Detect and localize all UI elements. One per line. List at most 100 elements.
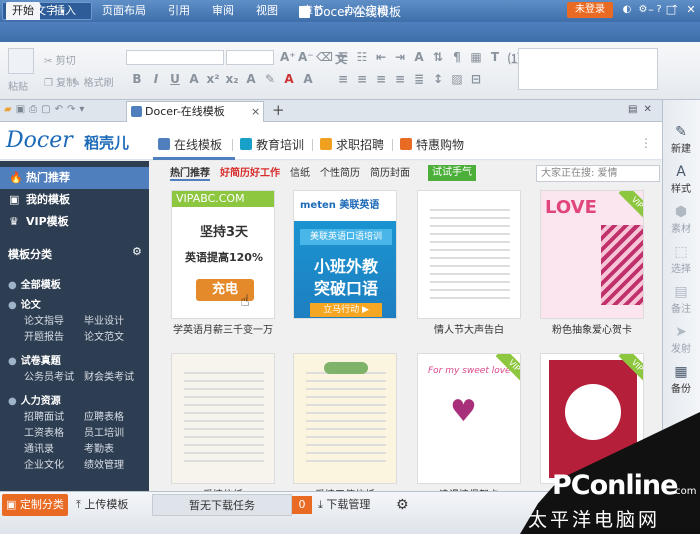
sub-tab-0[interactable]: 热门推荐 [170,167,210,181]
superscript-icon[interactable]: x² [206,72,220,86]
font-size-select[interactable] [226,50,274,65]
tab-close-all-icon[interactable]: ✕ [643,104,651,115]
customize-icon[interactable]: ▾ [79,104,84,115]
sidebar-item-1[interactable]: ▣ 我的模板 [0,189,149,211]
table-icon[interactable]: ▦ [469,50,483,67]
menu-tab-4[interactable]: 审阅 [206,2,240,20]
shrink-font-icon[interactable]: A⁻ [298,50,314,67]
category-sub-item[interactable]: 论文范文 [84,328,124,343]
style-gallery[interactable] [518,48,658,90]
task-panel-backup[interactable]: ▦ 备份 [664,364,698,395]
settings-icon[interactable]: ⚙ [636,3,650,17]
category-sub-item[interactable]: 毕业设计 [84,312,124,327]
category-sub-item[interactable]: 招聘面试 [24,408,64,423]
category-sub-item[interactable]: 企业文化 [24,456,64,471]
clear-format-icon[interactable]: ⌫ [316,50,333,67]
sidebar-item-0[interactable]: 🔥 热门推荐 [0,167,149,189]
template-caption[interactable]: 情人节大声告白 [415,321,523,336]
text-effect-icon[interactable]: A [244,72,258,86]
category-sub-item[interactable]: 绩效管理 [84,456,124,471]
template-caption[interactable]: 粉色抽象爱心贺卡 [538,321,646,336]
redo-icon[interactable]: ↷ [67,104,75,115]
skin-icon[interactable]: ◐ [620,3,634,17]
category-sub-item[interactable]: 考勤表 [84,440,114,455]
highlight-icon[interactable]: ✎ [263,72,277,86]
template-card-5[interactable] [293,353,397,484]
bullets-icon[interactable]: ☰ [336,50,350,67]
category-tab-0[interactable]: 在线模板 [158,136,222,154]
undo-icon[interactable]: ↶ [55,104,63,115]
template-card-4[interactable] [171,353,275,484]
help-icon[interactable]: ? [652,3,666,17]
sort-icon[interactable]: ⇅ [431,50,445,67]
category-group-3[interactable]: ● 人力资源 [8,392,61,407]
template-card-2[interactable] [417,190,521,319]
strikethrough-icon[interactable]: A [187,72,201,86]
category-tab-1[interactable]: 教育培训 [240,136,304,154]
print-preview-icon[interactable]: ▢ [41,104,50,115]
template-card-3[interactable]: LOVE VIP [540,190,644,319]
subscript-icon[interactable]: x₂ [225,72,239,86]
char-shading-icon[interactable]: A [301,72,315,86]
task-panel-style[interactable]: A 样式 [664,164,698,195]
menu-tab-0[interactable]: 开始 [6,2,40,20]
menu-tab-7[interactable]: 办公空间 [338,2,394,20]
task-panel-select[interactable]: ⬚ 选择 [664,244,698,275]
task-panel-new[interactable]: ✎ 新建 [664,124,698,155]
chinese-layout-icon[interactable]: A [412,50,426,67]
category-group-0[interactable]: ● 全部模板 [8,276,61,291]
shading-icon[interactable]: ▨ [450,72,464,86]
header-more-icon[interactable]: ⋮ [640,136,652,150]
open-folder-icon[interactable]: ▰ [4,104,12,115]
format-painter-button[interactable]: ✎ 格式刷 [72,74,114,89]
category-sub-item[interactable]: 通讯录 [24,440,54,455]
template-card-0[interactable]: VIPABC.COM 坚持3天 英语提高120% 充电 ☝ [171,190,275,319]
category-sub-item[interactable]: 工资表格 [24,424,64,439]
download-manager-button[interactable]: ⤓ 下载管理 [318,494,370,516]
category-settings-icon[interactable]: ⚙ [132,245,142,258]
template-card-1[interactable]: meten 美联英语 美联英语口语培训 小班外教 突破口语 立马行动 ▶ [293,190,397,319]
category-tab-3[interactable]: 特惠购物 [400,136,464,154]
template-caption[interactable]: 学英语月薪三千变一万 [169,321,277,336]
align-left-icon[interactable]: ≡ [336,72,350,86]
category-sub-item[interactable]: 开题报告 [24,328,64,343]
category-sub-item[interactable]: 论文指导 [24,312,64,327]
menu-tab-2[interactable]: 页面布局 [96,2,152,20]
shirt-style-icon[interactable]: T [488,50,502,67]
bold-icon[interactable]: B [130,72,144,86]
category-sub-item[interactable]: 财会类考试 [84,368,134,383]
task-panel-note[interactable]: ▤ 备注 [664,284,698,315]
distribute-icon[interactable]: ≣ [412,72,426,86]
sub-tab-4[interactable]: 简历封面 [370,167,410,181]
custom-category-button[interactable]: ▣ 定制分类 [2,494,68,516]
numbering-icon[interactable]: ☷ [355,50,369,67]
category-sub-item[interactable]: 员工培训 [84,424,124,439]
category-group-2[interactable]: ● 试卷真题 [8,352,61,367]
category-sub-item[interactable]: 公务员考试 [24,368,74,383]
sub-tab-3[interactable]: 个性简历 [320,167,360,181]
underline-icon[interactable]: U [168,72,182,86]
task-panel-send[interactable]: ➤ 发射 [664,324,698,355]
italic-icon[interactable]: I [149,72,163,86]
upload-template-button[interactable]: ⤒ 上传模板 [76,494,128,516]
category-tab-2[interactable]: 求职招聘 [320,136,384,154]
menu-tab-1[interactable]: 插入 [48,2,82,20]
category-sub-item[interactable]: 应聘表格 [84,408,124,423]
paste-icon[interactable] [8,48,34,74]
sidebar-item-2[interactable]: ♛ VIP模板 [0,211,149,233]
menu-tab-5[interactable]: 视图 [250,2,284,20]
line-spacing-icon[interactable]: ↕ [431,72,445,86]
ad-action-button[interactable]: 立马行动 ▶ [310,303,382,317]
menu-tab-6[interactable]: 章节 [296,2,330,20]
template-search-input[interactable]: 大家正在搜: 爱情 [536,165,660,182]
tab-window-icon[interactable]: ▤ [628,104,637,115]
category-group-1[interactable]: ● 论文 [8,296,41,311]
expand-icon[interactable]: ⌃ [668,3,682,17]
task-panel-material[interactable]: ⬢ 素材 [664,204,698,235]
font-name-select[interactable] [126,50,224,65]
align-right-icon[interactable]: ≡ [374,72,388,86]
login-button[interactable]: 未登录 [567,2,613,18]
justify-icon[interactable]: ≡ [393,72,407,86]
borders-icon[interactable]: ⊟ [469,72,483,86]
indent-icon[interactable]: ⇥ [393,50,407,67]
